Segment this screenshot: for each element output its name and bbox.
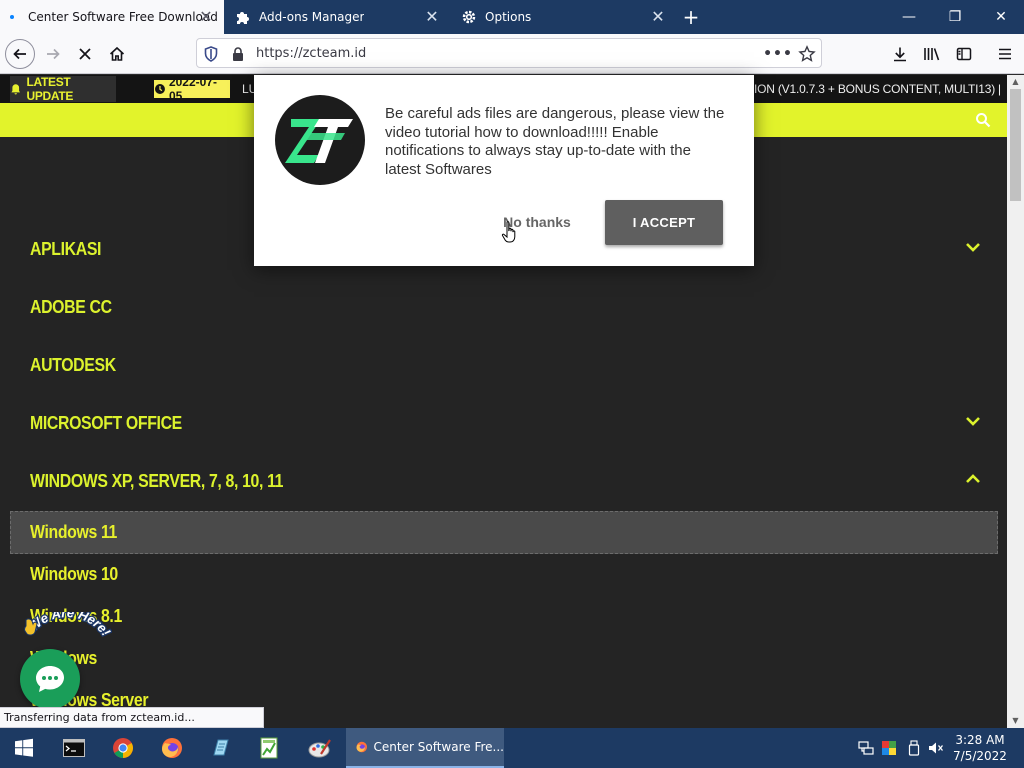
tab-label: Add-ons Manager <box>259 10 365 24</box>
downloads-button[interactable] <box>885 39 915 69</box>
tab-label: Options <box>485 10 532 24</box>
browser-tab-bar: Center Software Free Download ✕ Add-ons … <box>0 0 1024 34</box>
taskbar-active-window[interactable]: Center Software Fre... <box>346 728 504 768</box>
chat-badge-label: We Are Here! <box>25 612 112 641</box>
tab-options[interactable]: Options ✕ <box>451 0 676 34</box>
windows-logo-icon <box>15 738 33 757</box>
submenu-item-windows-11[interactable]: Windows 11 <box>30 522 117 543</box>
home-icon <box>109 46 125 61</box>
sidebar-button[interactable] <box>949 39 979 69</box>
menu-item-autodesk[interactable]: AUTODESK <box>30 355 116 376</box>
menu-item-microsoft-office[interactable]: MICROSOFT OFFICE <box>30 413 182 434</box>
close-tab-icon[interactable]: ✕ <box>650 9 666 25</box>
ticker-text-right[interactable]: ION (V1.0.7.3 + BONUS CONTENT, MULTI13) … <box>754 82 1000 96</box>
chat-bubble-icon <box>36 666 64 692</box>
usb-drive-icon[interactable] <box>906 740 922 756</box>
hand-cursor-icon <box>501 221 516 243</box>
zcteam-logo <box>275 95 365 185</box>
close-tab-icon[interactable]: ✕ <box>198 9 214 25</box>
terminal-taskbar-icon[interactable] <box>54 732 94 764</box>
puzzle-icon <box>235 9 251 25</box>
minimize-button[interactable]: — <box>886 0 932 34</box>
lock-icon[interactable] <box>229 45 247 63</box>
latest-update-label: LATEST UPDATE <box>26 75 74 103</box>
network-icon[interactable] <box>858 740 874 756</box>
gear-icon <box>461 9 477 25</box>
submenu-item-windows-10[interactable]: Windows 10 <box>30 564 118 585</box>
notes-taskbar-icon[interactable] <box>201 732 241 764</box>
firefox-icon <box>356 741 368 753</box>
loading-indicator-icon <box>10 15 14 19</box>
svg-text:We Are Here!: We Are Here! <box>26 612 112 639</box>
star-icon[interactable] <box>798 45 816 63</box>
download-icon <box>894 47 906 62</box>
arrow-left-icon <box>13 48 26 60</box>
chevron-up-icon[interactable] <box>964 473 982 485</box>
popup-message: Be careful ads files are dangerous, plea… <box>385 105 725 179</box>
volume-muted-icon[interactable] <box>928 740 944 756</box>
menu-item-windows[interactable]: WINDOWS XP, SERVER, 7, 8, 10, 11 <box>30 471 283 492</box>
paint-taskbar-icon[interactable] <box>300 732 340 764</box>
chat-button[interactable] <box>20 649 80 709</box>
home-button[interactable] <box>102 39 132 69</box>
library-button[interactable] <box>917 39 947 69</box>
chrome-taskbar-icon[interactable] <box>103 732 143 764</box>
chevron-down-icon[interactable] <box>964 241 982 253</box>
arrow-right-icon <box>47 48 60 60</box>
stop-button[interactable] <box>70 39 100 69</box>
url-text: https://zcteam.id <box>256 46 367 61</box>
accept-button[interactable]: I ACCEPT <box>605 200 723 245</box>
library-icon <box>924 48 940 61</box>
windows-taskbar: Center Software Fre... 3:28 AM 7/5/2022 <box>0 728 1024 768</box>
menu-button[interactable] <box>990 39 1020 69</box>
hamburger-icon <box>999 48 1011 60</box>
scroll-thumb[interactable] <box>1010 89 1021 201</box>
tab-center-software[interactable]: Center Software Free Download ✕ <box>0 0 224 34</box>
bell-icon <box>11 84 21 95</box>
url-bar[interactable]: https://zcteam.id ••• <box>196 38 822 68</box>
start-button[interactable] <box>4 732 44 764</box>
menu-item-aplikasi[interactable]: APLIKASI <box>30 239 101 260</box>
close-window-button[interactable]: ✕ <box>978 0 1024 34</box>
latest-update-badge: LATEST UPDATE <box>10 75 116 103</box>
close-tab-icon[interactable]: ✕ <box>424 9 440 25</box>
system-clock[interactable]: 3:28 AM 7/5/2022 <box>948 732 1012 764</box>
scroll-up-arrow-icon[interactable]: ▲ <box>1007 75 1024 89</box>
navigation-toolbar: https://zcteam.id ••• <box>0 34 1024 74</box>
chevron-down-icon[interactable] <box>964 415 982 427</box>
page-actions-icon[interactable]: ••• <box>763 45 792 63</box>
sidebar-icon <box>956 47 972 61</box>
submenu-highlight <box>10 511 998 554</box>
firefox-taskbar-icon[interactable] <box>152 732 192 764</box>
tab-label: Center Software Free Download <box>28 10 218 24</box>
taskbar-window-label: Center Software Fre... <box>373 740 504 754</box>
clock-time: 3:28 AM <box>955 733 1005 747</box>
menu-item-adobe-cc[interactable]: ADOBE CC <box>30 297 112 318</box>
search-icon[interactable] <box>975 112 991 128</box>
forward-button[interactable] <box>38 39 68 69</box>
new-tab-button[interactable]: + <box>680 6 702 28</box>
back-button[interactable] <box>5 39 35 69</box>
color-app-tray-icon[interactable] <box>881 740 897 756</box>
spreadsheet-taskbar-icon[interactable] <box>250 732 290 764</box>
scroll-down-arrow-icon[interactable]: ▼ <box>1007 714 1024 728</box>
restore-button[interactable]: ❐ <box>932 0 978 34</box>
date-label: 2022-07-05 <box>168 75 217 103</box>
clock-date: 7/5/2022 <box>953 749 1007 763</box>
date-badge: 2022-07-05 <box>154 75 230 103</box>
shield-icon[interactable] <box>202 45 220 63</box>
page-scrollbar[interactable]: ▲ ▼ <box>1007 75 1024 728</box>
clock-icon <box>154 84 165 94</box>
status-bar: Transferring data from zcteam.id... <box>0 707 264 728</box>
stop-icon <box>79 48 91 60</box>
tab-addons-manager[interactable]: Add-ons Manager ✕ <box>225 0 450 34</box>
